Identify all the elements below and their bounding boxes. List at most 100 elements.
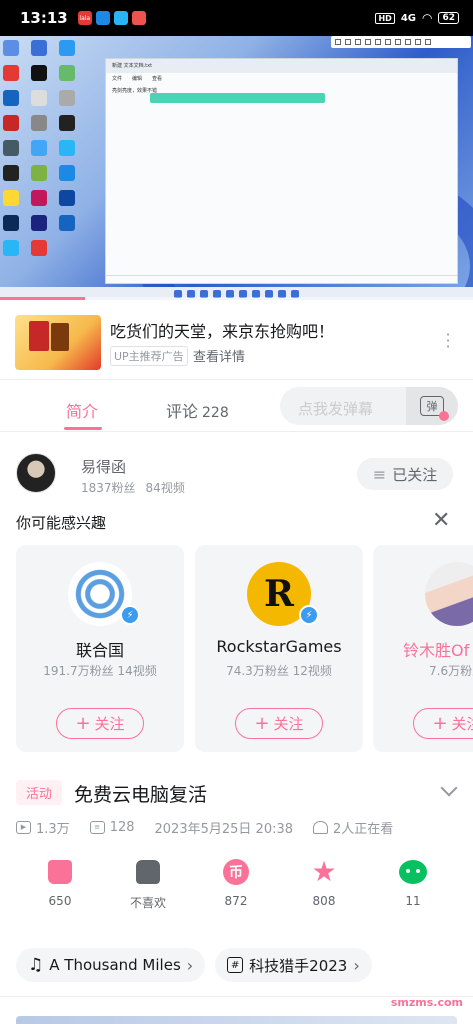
recommend-cards: ⚡ 联合国 191.7万粉丝 14视频 + 关注 R ⚡ RockstarGam… [16, 545, 473, 753]
status-bar: 13:13 lala HD 4G ◠ 62 [0, 0, 473, 36]
danmaku-tv-icon: 弹 [420, 396, 449, 421]
verified-icon: ⚡ [120, 605, 140, 625]
hashtag-icon: # [227, 957, 244, 973]
video-meta: ▶ 1.3万 ≡ 128 2023年5月25日 20:38 2人正在看 [16, 817, 457, 837]
notification-icons: lala [77, 11, 146, 25]
follow-label: 关注 [451, 715, 473, 733]
close-icon[interactable]: ✕ [432, 510, 450, 532]
recommend-card-name[interactable]: RockstarGames [195, 637, 363, 656]
like-button[interactable]: 650 [20, 856, 100, 908]
music-chip-label: A Thousand Miles [49, 956, 181, 974]
danmaku-toggle-button[interactable]: 弹 [406, 387, 458, 425]
coin-icon: 币 [223, 859, 249, 885]
music-chip[interactable]: ♫ A Thousand Miles › [16, 948, 206, 982]
chevron-down-icon[interactable] [440, 779, 458, 797]
publish-date: 2023年5月25日 20:38 [154, 821, 294, 837]
status-time: 13:13 [20, 9, 68, 27]
notepad-menu-edit: 编辑 [132, 76, 143, 82]
verified-icon: ⚡ [299, 605, 319, 625]
danmaku-count-icon: ≡ [89, 820, 105, 834]
list-icon: ≡ [372, 464, 387, 484]
video-title: 免费云电脑复活 [74, 784, 208, 806]
recommend-card-name[interactable]: 铃木胜Of [403, 637, 473, 661]
next-video-preview[interactable] [16, 1016, 457, 1024]
uploader-section: 易得函 1837粉丝 84视频 ≡ 已关注 [0, 440, 473, 508]
activity-tag[interactable]: 活动 [16, 780, 63, 805]
tab-bar: 简介 评论 228 点我发弹幕 弹 [0, 380, 473, 432]
followed-button[interactable]: ≡ 已关注 [357, 458, 453, 490]
danmaku-input-box[interactable]: 点我发弹幕 弹 [280, 387, 458, 425]
uploader-stats: 1837粉丝 84视频 [81, 479, 185, 496]
tab-active-indicator [64, 427, 102, 430]
uploader-fans: 1837粉丝 [81, 481, 136, 495]
watching-count: 2人正在看 [333, 821, 394, 837]
play-count-icon: ▶ [16, 820, 31, 834]
music-note-icon: ♫ [28, 955, 44, 975]
more-options-icon[interactable]: · · · [445, 327, 451, 355]
topic-chip[interactable]: # 科技猎手2023 › [215, 948, 372, 982]
recommend-card[interactable]: 铃木胜Of 7.6万粉丝 64 + 关注 [373, 545, 473, 752]
share-count: 11 [405, 894, 421, 908]
app-icon [95, 11, 110, 25]
plus-icon: + [75, 713, 91, 734]
recommend-card[interactable]: ⚡ 联合国 191.7万粉丝 14视频 + 关注 [16, 545, 184, 752]
topic-chip-label: 科技猎手2023 [249, 956, 348, 975]
dislike-button[interactable]: 不喜欢 [108, 856, 188, 911]
ad-image[interactable] [15, 315, 101, 370]
plus-icon: + [254, 713, 270, 734]
notepad-menu-file: 文件 [112, 76, 123, 82]
ad-banner[interactable]: 吃货们的天堂，来京东抢购吧！ UP主推荐广告 查看详情 · · · [0, 300, 473, 380]
plus-icon: + [432, 713, 448, 734]
uploader-name[interactable]: 易得函 [81, 456, 126, 477]
recommend-card-name[interactable]: 联合国 [16, 637, 184, 661]
wifi-icon: ◠ [421, 11, 433, 25]
desktop-icons [3, 40, 77, 256]
recommend-card-stats: 7.6万粉丝 64 [429, 664, 473, 678]
recommend-heading: 你可能感兴趣 [16, 514, 107, 532]
uploader-avatar[interactable] [16, 453, 56, 493]
app-red-icon [131, 11, 146, 25]
watermark: smzms.com [390, 996, 463, 1009]
lalala-icon: lala [77, 11, 92, 25]
follow-button[interactable]: + 关注 [235, 708, 323, 739]
video-player[interactable]: 新建 文本文档.txt 文件 编辑 查看 亮剑亮度，效果不错 [0, 36, 473, 300]
coin-count: 872 [224, 894, 248, 908]
ad-details-link[interactable]: 查看详情 [193, 346, 245, 365]
tab-intro[interactable]: 简介 [66, 398, 98, 422]
favorite-button[interactable]: ★ 808 [284, 856, 364, 909]
notepad-window: 新建 文本文档.txt 文件 编辑 查看 亮剑亮度，效果不错 [105, 58, 458, 284]
coin-button[interactable]: 币 872 [196, 856, 276, 908]
like-count: 650 [48, 894, 72, 908]
follow-button[interactable]: + 关注 [56, 708, 144, 739]
ad-tag: UP主推荐广告 [110, 346, 188, 366]
recommend-card[interactable]: R ⚡ RockstarGames 74.3万粉丝 12视频 + 关注 [195, 545, 363, 752]
notepad-menu: 文件 编辑 查看 [106, 73, 457, 83]
tag-chips: ♫ A Thousand Miles › # 科技猎手2023 › [16, 948, 372, 982]
ad-title[interactable]: 吃货们的天堂，来京东抢购吧！ [110, 318, 334, 342]
wechat-icon [399, 860, 427, 884]
recommend-card-stats: 74.3万粉丝 12视频 [226, 664, 332, 678]
notepad-menu-view: 查看 [152, 76, 163, 82]
watching-icon [313, 820, 329, 834]
danmaku-input[interactable]: 点我发弹幕 [298, 398, 373, 419]
tab-comments[interactable]: 评论 228 [166, 398, 229, 422]
uploader-videos: 84视频 [145, 481, 185, 495]
share-button[interactable]: 11 [373, 856, 453, 908]
video-title-row: 活动 免费云电脑复活 [16, 779, 458, 806]
notepad-title: 新建 文本文档.txt [106, 59, 457, 73]
thumbs-down-icon [136, 860, 160, 884]
notepad-statusbar [106, 275, 457, 283]
follow-button[interactable]: + 关注 [413, 708, 473, 739]
hd-icon: HD [375, 12, 395, 24]
screenshot-toolbar [331, 36, 471, 48]
anime-avatar[interactable] [425, 562, 473, 626]
action-bar: 650 不喜欢 币 872 ★ 808 11 [0, 856, 473, 916]
followed-label: 已关注 [392, 465, 438, 484]
thumbs-up-icon [48, 860, 72, 884]
tab-comments-label: 评论 [166, 402, 199, 421]
cloud-icon [113, 11, 128, 25]
follow-label: 关注 [94, 715, 125, 733]
favorite-count: 808 [312, 894, 336, 908]
chevron-right-icon: › [186, 955, 194, 975]
dislike-label: 不喜欢 [129, 896, 166, 910]
